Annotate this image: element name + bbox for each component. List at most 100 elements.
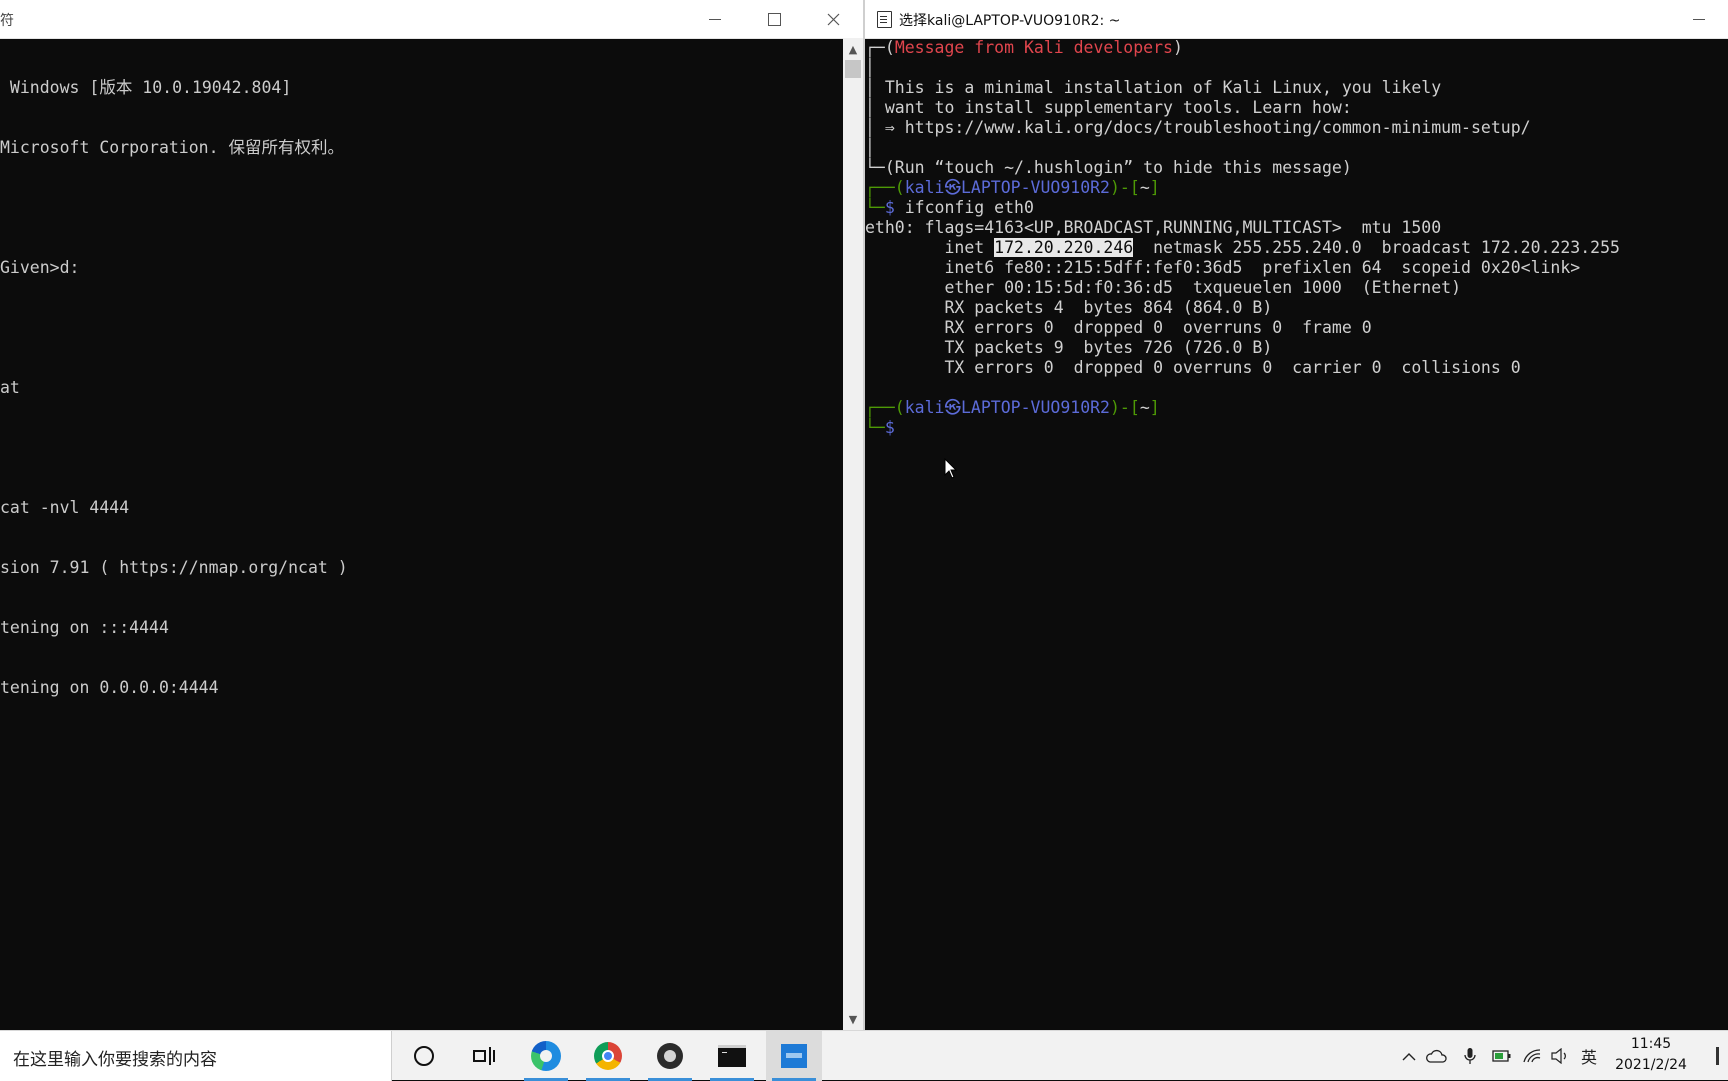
kali-minimize-button[interactable] — [1670, 0, 1728, 38]
banner-line: │ This is a minimal installation of Kali… — [865, 78, 1442, 97]
maximize-icon — [767, 12, 781, 26]
taskbar-kali-terminal[interactable] — [766, 1031, 822, 1081]
search-placeholder: 在这里输入你要搜索的内容 — [13, 1050, 217, 1070]
command-line[interactable]: └─$ — [865, 418, 895, 438]
banner-bottom: └─(Run “touch ~/.hushlogin” to hide this… — [865, 158, 1352, 177]
inet-details: netmask 255.255.240.0 broadcast 172.20.2… — [1133, 238, 1620, 257]
taskbar-search-box[interactable]: 在这里输入你要搜索的内容 — [0, 1031, 392, 1081]
cortana-button[interactable] — [396, 1031, 452, 1081]
battery-tray-button[interactable] — [1490, 1031, 1514, 1081]
kali-wsl-icon — [781, 1044, 807, 1068]
cmd-line — [0, 318, 843, 338]
taskbar-command-prompt[interactable] — [704, 1031, 760, 1081]
cmd-line: cat -nvl 4444 — [0, 498, 130, 517]
prompt-user: kali㉿LAPTOP-VUO910R2 — [904, 178, 1110, 197]
ifconfig-line: TX errors 0 dropped 0 overruns 0 carrier… — [865, 358, 1521, 377]
ifconfig-inet-line: inet 172.20.220.246 netmask 255.255.240.… — [865, 238, 1620, 258]
wifi-icon — [1523, 1049, 1541, 1063]
banner-heading: Message from Kali developers — [894, 38, 1173, 57]
ifconfig-line: eth0: flags=4163<UP,BROADCAST,RUNNING,MU… — [865, 218, 1442, 237]
minimize-icon — [709, 18, 721, 20]
scroll-up-arrow-icon[interactable]: ▲ — [843, 40, 863, 58]
minimize-icon — [1693, 18, 1705, 20]
cmd-line: tening on :::4444 — [0, 618, 169, 637]
cmd-line: Microsoft Corporation. 保留所有权利。 — [0, 138, 344, 157]
ifconfig-line: TX packets 9 bytes 726 (726.0 B) — [865, 338, 1273, 357]
taskbar-obs[interactable] — [642, 1031, 698, 1081]
kali-window-title: 选择kali@LAPTOP-VUO910R2: ~ — [899, 13, 1121, 29]
prompt-dir: ~ — [1139, 398, 1150, 417]
mouse-pointer-icon — [944, 458, 958, 479]
cmd-scrollbar[interactable]: ▲ ▼ — [843, 38, 863, 1030]
microphone-icon — [1464, 1048, 1476, 1064]
command-line: └─$ ifconfig eth0 — [865, 198, 1034, 217]
prompt-dir: ~ — [1139, 178, 1150, 197]
cmd-line — [0, 438, 843, 458]
terminal-app-icon — [877, 11, 892, 28]
clock-time: 11:45 — [1630, 1036, 1672, 1052]
banner-text: want to install supplementary tools. Lea… — [884, 98, 1352, 117]
battery-icon — [1492, 1050, 1511, 1062]
taskbar-edge[interactable] — [518, 1031, 574, 1081]
cmd-close-button[interactable] — [804, 0, 862, 38]
ime-language-button[interactable]: 英 — [1578, 1031, 1600, 1081]
ifconfig-line: RX packets 4 bytes 864 (864.0 B) — [865, 298, 1273, 317]
chevron-up-icon — [1402, 1052, 1416, 1060]
show-desktop-button[interactable] — [1716, 1047, 1719, 1065]
cmd-line — [0, 198, 843, 218]
selected-ip-address[interactable]: 172.20.220.246 — [994, 238, 1134, 257]
cmd-maximize-button[interactable] — [745, 0, 803, 38]
kali-output[interactable]: ┌─(Message from Kali developers) │ │ Thi… — [865, 38, 1728, 1030]
prompt-symbol: $ — [884, 198, 895, 217]
cmd-line: tening on 0.0.0.0:4444 — [0, 678, 219, 697]
prompt-user: kali㉿LAPTOP-VUO910R2 — [904, 398, 1110, 417]
typed-command: ifconfig eth0 — [904, 198, 1034, 217]
onedrive-tray-button[interactable] — [1424, 1031, 1448, 1081]
banner-top: ┌─(Message from Kali developers) — [865, 38, 1183, 57]
volume-tray-button[interactable] — [1548, 1031, 1572, 1081]
close-icon — [827, 13, 839, 25]
taskbar: 在这里输入你要搜索的内容 英 11:45 2021/2/24 — [0, 1030, 1728, 1081]
kali-terminal-window[interactable]: 选择kali@LAPTOP-VUO910R2: ~ ┌─(Message fro… — [865, 0, 1728, 1030]
inet-label: inet — [865, 238, 995, 257]
banner-bar: │ — [865, 138, 875, 157]
task-view-icon — [473, 1047, 495, 1065]
edge-browser-icon — [531, 1041, 561, 1071]
cmd-line: Windows [版本 10.0.19042.804] — [0, 78, 292, 97]
scroll-down-arrow-icon[interactable]: ▼ — [843, 1010, 863, 1028]
cmd-titlebar[interactable]: 符 — [0, 0, 863, 39]
ifconfig-line: inet6 fe80::215:5dff:fef0:36d5 prefixlen… — [865, 258, 1581, 277]
clock-date: 2021/2/24 — [1615, 1057, 1687, 1073]
hushlogin-note: (Run “touch ~/.hushlogin” to hide this m… — [884, 158, 1352, 177]
cmd-line: Given>d: — [0, 258, 80, 277]
cloud-icon — [1426, 1049, 1447, 1063]
obs-studio-icon — [657, 1043, 683, 1069]
taskbar-chrome[interactable] — [580, 1031, 636, 1081]
cmd-line: at — [0, 378, 20, 397]
ifconfig-line: ether 00:15:5d:f0:36:d5 txqueuelen 1000 … — [865, 278, 1462, 297]
taskbar-clock[interactable]: 11:45 2021/2/24 — [1608, 1034, 1694, 1076]
scroll-thumb[interactable] — [845, 60, 861, 78]
cmd-window-title: 符 — [0, 13, 14, 29]
microphone-tray-button[interactable] — [1460, 1031, 1480, 1081]
banner-link: ⇒ https://www.kali.org/docs/troubleshoot… — [884, 118, 1531, 137]
banner-text: This is a minimal installation of Kali L… — [884, 78, 1442, 97]
banner-line: │ want to install supplementary tools. L… — [865, 98, 1352, 117]
prompt-line: ┌──(kali㉿LAPTOP-VUO910R2)-[~] — [865, 398, 1160, 417]
cmd-window[interactable]: 符 Windows [版本 10.0.19042.804] Microsoft … — [0, 0, 863, 1030]
banner-bar: │ — [865, 58, 875, 77]
network-tray-button[interactable] — [1520, 1031, 1544, 1081]
task-view-button[interactable] — [456, 1031, 512, 1081]
cmd-minimize-button[interactable] — [686, 0, 744, 38]
cmd-output[interactable]: Windows [版本 10.0.19042.804] Microsoft Co… — [0, 38, 843, 1030]
ifconfig-line: RX errors 0 dropped 0 overruns 0 frame 0 — [865, 318, 1372, 337]
prompt-line: ┌──(kali㉿LAPTOP-VUO910R2)-[~] — [865, 178, 1160, 197]
tray-overflow-button[interactable] — [1398, 1031, 1420, 1081]
prompt-symbol: $ — [884, 418, 895, 437]
chrome-browser-icon — [594, 1042, 622, 1070]
kali-titlebar[interactable]: 选择kali@LAPTOP-VUO910R2: ~ — [865, 0, 1728, 39]
banner-line: │ ⇒ https://www.kali.org/docs/troublesho… — [865, 118, 1531, 137]
speaker-icon — [1551, 1048, 1566, 1064]
command-prompt-icon — [718, 1045, 746, 1067]
cortana-icon — [414, 1046, 434, 1066]
